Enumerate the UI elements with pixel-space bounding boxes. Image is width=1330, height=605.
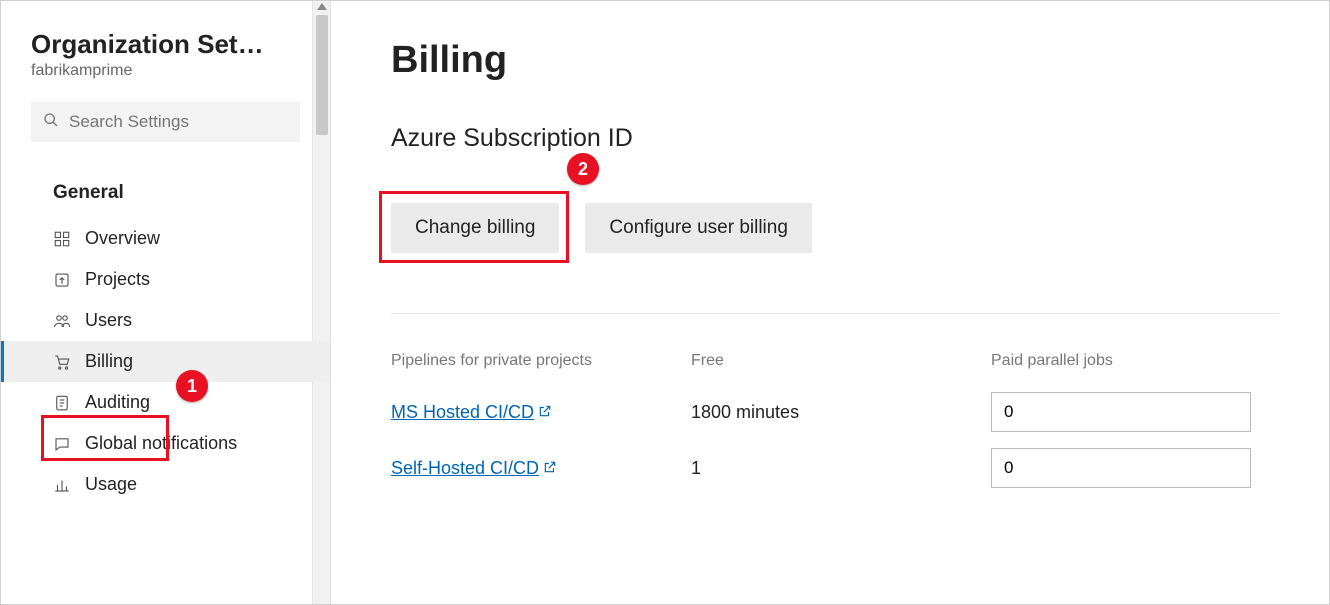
sidebar-item-auditing[interactable]: Auditing (1, 382, 330, 423)
grid-icon (53, 230, 71, 248)
sidebar-title: Organization Settin… (1, 29, 301, 60)
table-header-paid: Paid parallel jobs (991, 352, 1271, 376)
sidebar-section-general: General (1, 142, 330, 218)
sidebar-item-label: Billing (85, 351, 133, 372)
configure-user-billing-button[interactable]: Configure user billing (585, 203, 812, 253)
sidebar-item-users[interactable]: Users (1, 300, 330, 341)
bar-chart-icon (53, 476, 71, 494)
chat-icon (53, 435, 71, 453)
table-row: MS Hosted CI/CD (391, 402, 691, 423)
page-title: Billing (391, 39, 1279, 82)
table-cell (991, 448, 1271, 488)
table-row: Self-Hosted CI/CD (391, 458, 691, 479)
sidebar-subtitle: fabrikamprime (1, 60, 330, 80)
section-divider (391, 313, 1279, 314)
search-settings-field[interactable] (31, 102, 300, 142)
upload-box-icon (53, 271, 71, 289)
billing-button-row: Change billing Configure user billing 2 (391, 203, 1279, 253)
app-frame: Organization Settin… fabrikamprime Gener… (0, 0, 1330, 605)
self-hosted-cicd-link[interactable]: Self-Hosted CI/CD (391, 458, 557, 479)
external-link-icon (543, 458, 557, 479)
sidebar-item-overview[interactable]: Overview (1, 218, 330, 259)
link-label: Self-Hosted CI/CD (391, 458, 539, 479)
sidebar-item-label: Users (85, 310, 132, 331)
sidebar-item-label: Global notifications (85, 433, 237, 454)
table-cell (991, 392, 1271, 432)
cart-icon (53, 353, 71, 371)
self-hosted-paid-input[interactable] (991, 448, 1251, 488)
sidebar-item-billing[interactable]: Billing (1, 341, 330, 382)
azure-subscription-heading: Azure Subscription ID (391, 124, 1279, 153)
main-content: Billing Azure Subscription ID Change bil… (331, 1, 1329, 604)
annotation-callout-1: 1 (176, 370, 208, 402)
link-label: MS Hosted CI/CD (391, 402, 534, 423)
self-hosted-free-value: 1 (691, 458, 991, 479)
ms-hosted-paid-input[interactable] (991, 392, 1251, 432)
ms-hosted-free-value: 1800 minutes (691, 402, 991, 423)
pipelines-table: Pipelines for private projects Free Paid… (391, 352, 1279, 488)
sidebar-item-label: Auditing (85, 392, 150, 413)
search-settings-input[interactable] (69, 112, 288, 132)
sidebar-item-label: Usage (85, 474, 137, 495)
search-icon (43, 112, 59, 133)
sidebar-item-global-notifications[interactable]: Global notifications (1, 423, 330, 464)
table-header-free: Free (691, 352, 991, 376)
sidebar-item-usage[interactable]: Usage (1, 464, 330, 505)
sidebar-item-label: Projects (85, 269, 150, 290)
sidebar: Organization Settin… fabrikamprime Gener… (1, 1, 331, 604)
users-icon (53, 312, 71, 330)
external-link-icon (538, 402, 552, 423)
sidebar-item-projects[interactable]: Projects (1, 259, 330, 300)
table-header-pipelines: Pipelines for private projects (391, 352, 691, 376)
ms-hosted-cicd-link[interactable]: MS Hosted CI/CD (391, 402, 552, 423)
change-billing-button[interactable]: Change billing (391, 203, 559, 253)
scrollbar-thumb[interactable] (316, 15, 328, 135)
annotation-callout-2: 2 (567, 153, 599, 185)
sidebar-item-label: Overview (85, 228, 160, 249)
list-document-icon (53, 394, 71, 412)
